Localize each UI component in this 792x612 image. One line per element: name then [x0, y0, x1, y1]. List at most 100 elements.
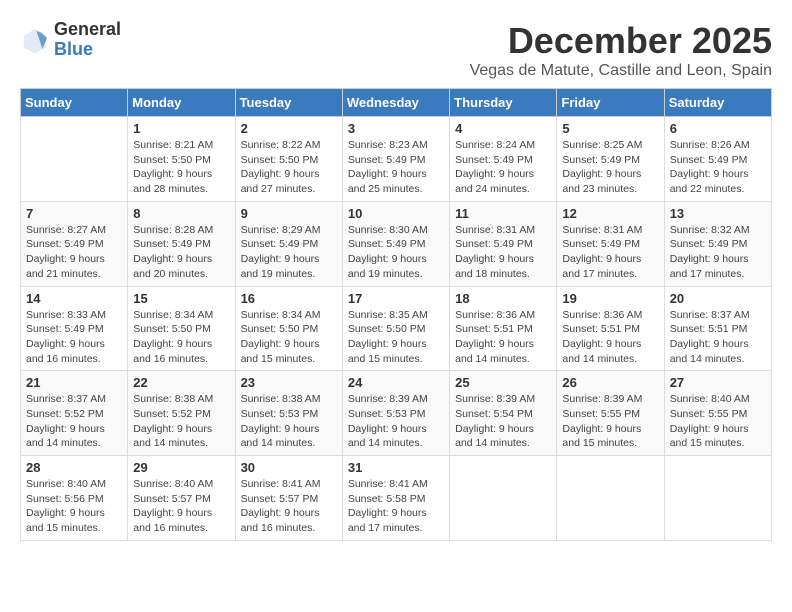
- month-title: December 2025: [470, 20, 772, 62]
- day-cell: 29 Sunrise: 8:40 AM Sunset: 5:57 PM Dayli…: [128, 456, 235, 541]
- day-cell: 14 Sunrise: 8:33 AM Sunset: 5:49 PM Dayli…: [21, 286, 128, 371]
- day-info: Sunrise: 8:40 AM Sunset: 5:56 PM Dayligh…: [26, 477, 122, 536]
- day-number: 22: [133, 375, 229, 390]
- day-number: 31: [348, 460, 444, 475]
- day-info: Sunrise: 8:41 AM Sunset: 5:57 PM Dayligh…: [241, 477, 337, 536]
- day-number: 8: [133, 206, 229, 221]
- day-cell: 28 Sunrise: 8:40 AM Sunset: 5:56 PM Dayli…: [21, 456, 128, 541]
- day-number: 14: [26, 291, 122, 306]
- day-info: Sunrise: 8:34 AM Sunset: 5:50 PM Dayligh…: [241, 308, 337, 367]
- day-cell: 9 Sunrise: 8:29 AM Sunset: 5:49 PM Daylig…: [235, 201, 342, 286]
- weekday-header-saturday: Saturday: [664, 89, 771, 117]
- day-info: Sunrise: 8:39 AM Sunset: 5:53 PM Dayligh…: [348, 392, 444, 451]
- day-number: 1: [133, 121, 229, 136]
- day-info: Sunrise: 8:24 AM Sunset: 5:49 PM Dayligh…: [455, 138, 551, 197]
- day-number: 5: [562, 121, 658, 136]
- day-info: Sunrise: 8:36 AM Sunset: 5:51 PM Dayligh…: [455, 308, 551, 367]
- day-info: Sunrise: 8:40 AM Sunset: 5:57 PM Dayligh…: [133, 477, 229, 536]
- day-cell: 18 Sunrise: 8:36 AM Sunset: 5:51 PM Dayli…: [450, 286, 557, 371]
- day-info: Sunrise: 8:35 AM Sunset: 5:50 PM Dayligh…: [348, 308, 444, 367]
- page-header: General Blue December 2025 Vegas de Matu…: [20, 20, 772, 80]
- day-cell: 17Sunrise: 8:35 AM Sunset: 5:50 PM Dayli…: [342, 286, 449, 371]
- calendar-table: SundayMondayTuesdayWednesdayThursdayFrid…: [20, 88, 772, 541]
- day-number: 28: [26, 460, 122, 475]
- day-info: Sunrise: 8:29 AM Sunset: 5:49 PM Dayligh…: [241, 223, 337, 282]
- day-number: 18: [455, 291, 551, 306]
- day-info: Sunrise: 8:38 AM Sunset: 5:53 PM Dayligh…: [241, 392, 337, 451]
- day-cell: 13 Sunrise: 8:32 AM Sunset: 5:49 PM Dayli…: [664, 201, 771, 286]
- day-cell: 19 Sunrise: 8:36 AM Sunset: 5:51 PM Dayli…: [557, 286, 664, 371]
- day-number: 25: [455, 375, 551, 390]
- day-cell: 21 Sunrise: 8:37 AM Sunset: 5:52 PM Dayli…: [21, 371, 128, 456]
- day-number: 3: [348, 121, 444, 136]
- day-info: Sunrise: 8:36 AM Sunset: 5:51 PM Dayligh…: [562, 308, 658, 367]
- day-cell: 23 Sunrise: 8:38 AM Sunset: 5:53 PM Dayli…: [235, 371, 342, 456]
- week-row-2: 7 Sunrise: 8:27 AM Sunset: 5:49 PM Daylig…: [21, 201, 772, 286]
- day-cell: 1Sunrise: 8:21 AM Sunset: 5:50 PM Daylig…: [128, 117, 235, 202]
- week-row-4: 21 Sunrise: 8:37 AM Sunset: 5:52 PM Dayli…: [21, 371, 772, 456]
- day-number: 20: [670, 291, 766, 306]
- day-number: 12: [562, 206, 658, 221]
- day-cell: 4Sunrise: 8:24 AM Sunset: 5:49 PM Daylig…: [450, 117, 557, 202]
- day-cell: 7 Sunrise: 8:27 AM Sunset: 5:49 PM Daylig…: [21, 201, 128, 286]
- day-cell: 16 Sunrise: 8:34 AM Sunset: 5:50 PM Dayli…: [235, 286, 342, 371]
- day-number: 2: [241, 121, 337, 136]
- day-cell: 31 Sunrise: 8:41 AM Sunset: 5:58 PM Dayli…: [342, 456, 449, 541]
- logo-blue-text: Blue: [54, 40, 121, 60]
- day-cell: 30 Sunrise: 8:41 AM Sunset: 5:57 PM Dayli…: [235, 456, 342, 541]
- weekday-header-thursday: Thursday: [450, 89, 557, 117]
- day-number: 7: [26, 206, 122, 221]
- day-info: Sunrise: 8:39 AM Sunset: 5:54 PM Dayligh…: [455, 392, 551, 451]
- day-info: Sunrise: 8:34 AM Sunset: 5:50 PM Dayligh…: [133, 308, 229, 367]
- day-info: Sunrise: 8:23 AM Sunset: 5:49 PM Dayligh…: [348, 138, 444, 197]
- weekday-header-row: SundayMondayTuesdayWednesdayThursdayFrid…: [21, 89, 772, 117]
- day-info: Sunrise: 8:41 AM Sunset: 5:58 PM Dayligh…: [348, 477, 444, 536]
- day-cell: 10Sunrise: 8:30 AM Sunset: 5:49 PM Dayli…: [342, 201, 449, 286]
- day-cell: 8 Sunrise: 8:28 AM Sunset: 5:49 PM Daylig…: [128, 201, 235, 286]
- day-info: Sunrise: 8:32 AM Sunset: 5:49 PM Dayligh…: [670, 223, 766, 282]
- day-info: Sunrise: 8:22 AM Sunset: 5:50 PM Dayligh…: [241, 138, 337, 197]
- location-subtitle: Vegas de Matute, Castille and Leon, Spai…: [470, 62, 772, 80]
- day-cell: [557, 456, 664, 541]
- day-number: 29: [133, 460, 229, 475]
- day-info: Sunrise: 8:37 AM Sunset: 5:52 PM Dayligh…: [26, 392, 122, 451]
- logo-text: General Blue: [54, 20, 121, 60]
- day-info: Sunrise: 8:39 AM Sunset: 5:55 PM Dayligh…: [562, 392, 658, 451]
- weekday-header-sunday: Sunday: [21, 89, 128, 117]
- day-cell: [664, 456, 771, 541]
- week-row-1: 1Sunrise: 8:21 AM Sunset: 5:50 PM Daylig…: [21, 117, 772, 202]
- weekday-header-friday: Friday: [557, 89, 664, 117]
- day-number: 15: [133, 291, 229, 306]
- weekday-header-tuesday: Tuesday: [235, 89, 342, 117]
- day-number: 9: [241, 206, 337, 221]
- day-cell: [450, 456, 557, 541]
- weekday-header-monday: Monday: [128, 89, 235, 117]
- day-cell: 11Sunrise: 8:31 AM Sunset: 5:49 PM Dayli…: [450, 201, 557, 286]
- day-number: 24: [348, 375, 444, 390]
- day-number: 13: [670, 206, 766, 221]
- day-cell: 22Sunrise: 8:38 AM Sunset: 5:52 PM Dayli…: [128, 371, 235, 456]
- day-number: 30: [241, 460, 337, 475]
- day-info: Sunrise: 8:27 AM Sunset: 5:49 PM Dayligh…: [26, 223, 122, 282]
- day-cell: [21, 117, 128, 202]
- day-info: Sunrise: 8:28 AM Sunset: 5:49 PM Dayligh…: [133, 223, 229, 282]
- day-cell: 26Sunrise: 8:39 AM Sunset: 5:55 PM Dayli…: [557, 371, 664, 456]
- day-info: Sunrise: 8:33 AM Sunset: 5:49 PM Dayligh…: [26, 308, 122, 367]
- day-info: Sunrise: 8:30 AM Sunset: 5:49 PM Dayligh…: [348, 223, 444, 282]
- day-number: 16: [241, 291, 337, 306]
- logo: General Blue: [20, 20, 121, 60]
- day-cell: 12 Sunrise: 8:31 AM Sunset: 5:49 PM Dayli…: [557, 201, 664, 286]
- day-number: 23: [241, 375, 337, 390]
- day-cell: 3 Sunrise: 8:23 AM Sunset: 5:49 PM Daylig…: [342, 117, 449, 202]
- day-info: Sunrise: 8:25 AM Sunset: 5:49 PM Dayligh…: [562, 138, 658, 197]
- day-cell: 27Sunrise: 8:40 AM Sunset: 5:55 PM Dayli…: [664, 371, 771, 456]
- day-info: Sunrise: 8:31 AM Sunset: 5:49 PM Dayligh…: [562, 223, 658, 282]
- day-number: 21: [26, 375, 122, 390]
- weekday-header-wednesday: Wednesday: [342, 89, 449, 117]
- day-number: 27: [670, 375, 766, 390]
- title-block: December 2025 Vegas de Matute, Castille …: [470, 20, 772, 80]
- day-number: 19: [562, 291, 658, 306]
- day-info: Sunrise: 8:26 AM Sunset: 5:49 PM Dayligh…: [670, 138, 766, 197]
- day-cell: 25 Sunrise: 8:39 AM Sunset: 5:54 PM Dayli…: [450, 371, 557, 456]
- day-cell: 15 Sunrise: 8:34 AM Sunset: 5:50 PM Dayli…: [128, 286, 235, 371]
